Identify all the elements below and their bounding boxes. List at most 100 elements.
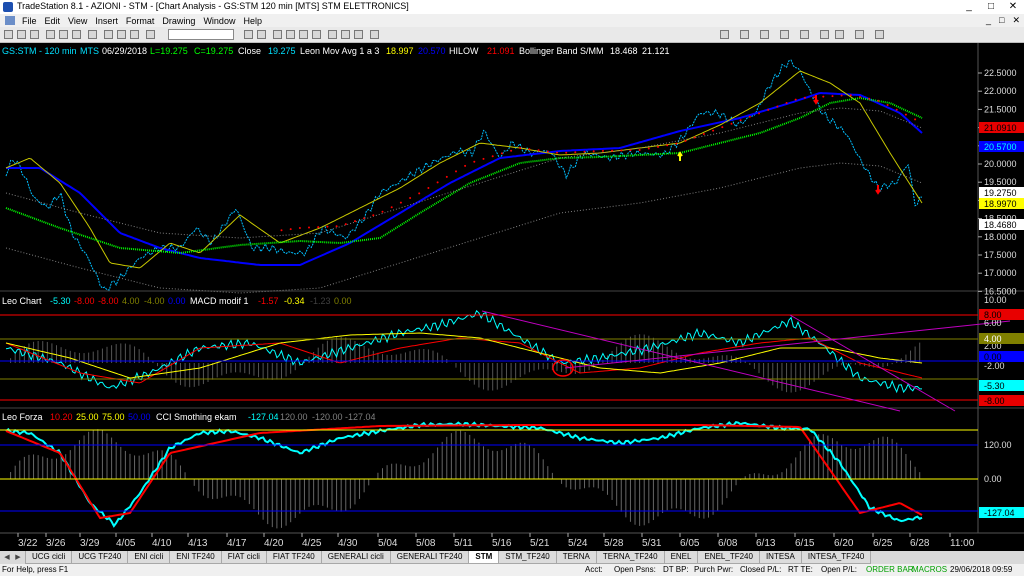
chart-document-icon[interactable]	[5, 16, 15, 25]
scroll-icon[interactable]	[800, 30, 809, 39]
menu-file[interactable]: File	[18, 16, 41, 26]
ellipse-icon[interactable]	[354, 30, 363, 39]
chart-area[interactable]: GS:STM - 120 min MTS 06/29/2018 L=19.275…	[0, 43, 1024, 551]
workspace-tab[interactable]: ENEL	[663, 551, 699, 564]
menu-help[interactable]: Help	[239, 16, 266, 26]
save-icon[interactable]	[30, 30, 39, 39]
leo-chart-v2: -8.00	[74, 296, 95, 306]
arrow-icon[interactable]	[370, 30, 379, 39]
workspace-tab[interactable]: ENI cicli	[127, 551, 171, 564]
bar-icon[interactable]	[740, 30, 749, 39]
workspace-tab[interactable]: FIAT cicli	[220, 551, 267, 564]
hilow-dot	[344, 223, 347, 226]
hilow-dot	[849, 94, 852, 97]
doc-minimize-button[interactable]: _	[982, 15, 995, 26]
menu-drawing[interactable]: Drawing	[158, 16, 199, 26]
workspace-tab[interactable]: UCG cicli	[25, 551, 73, 564]
time-axis-label: 5/04	[378, 538, 398, 549]
tab-last-icon[interactable]: ▶	[14, 553, 22, 562]
workspace-tab[interactable]: UCG TF240	[71, 551, 129, 564]
open-icon[interactable]	[17, 30, 26, 39]
workspace-tab[interactable]: ENEL_TF240	[697, 551, 760, 564]
hilow-dot	[556, 151, 558, 154]
data-window-icon[interactable]	[855, 30, 864, 39]
menu-window[interactable]: Window	[199, 16, 239, 26]
refresh-icon[interactable]	[875, 30, 884, 39]
menu-view[interactable]: View	[64, 16, 91, 26]
text-icon[interactable]	[328, 30, 337, 39]
insert-indicator-icon[interactable]	[117, 30, 126, 39]
candle-icon[interactable]	[760, 30, 769, 39]
new-icon[interactable]	[4, 30, 13, 39]
rectangle-icon[interactable]	[341, 30, 350, 39]
hilow-dot	[840, 94, 843, 97]
close-quote-label: C=19.275	[194, 46, 233, 56]
print-icon[interactable]	[88, 30, 97, 39]
zoom-in-icon[interactable]	[820, 30, 829, 39]
workspace-tab[interactable]: INTESA	[758, 551, 802, 564]
date-label: 06/29/2018	[102, 46, 147, 56]
fib-icon[interactable]	[312, 30, 321, 39]
line-chart-icon[interactable]	[780, 30, 789, 39]
macd-name: MACD modif 1	[190, 296, 249, 306]
menu-insert[interactable]: Insert	[91, 16, 122, 26]
workspace-tab[interactable]: GENERALI cicli	[320, 551, 391, 564]
time-axis-label: 3/26	[46, 538, 66, 549]
hline-icon[interactable]	[286, 30, 295, 39]
hilow-dot	[289, 228, 292, 231]
price-pane-header: GS:STM - 120 min MTS 06/29/2018 L=19.275…	[2, 46, 670, 56]
paste-icon[interactable]	[72, 30, 81, 39]
workspace-tab[interactable]: FIAT TF240	[265, 551, 322, 564]
price-axis-label: 21.5000	[984, 104, 1017, 114]
hilow-dot	[629, 149, 632, 152]
leo-chart-v4: 4.00	[122, 296, 140, 306]
workspace-tab[interactable]: STM	[468, 551, 500, 564]
zoom-out-icon[interactable]	[835, 30, 844, 39]
macros-button[interactable]: MACROS	[912, 565, 947, 574]
strategy-icon[interactable]	[130, 30, 139, 39]
time-axis-label: 4/20	[264, 538, 284, 549]
hilow-dot	[436, 181, 439, 184]
cut-icon[interactable]	[46, 30, 55, 39]
workspace-tab[interactable]: ENI TF240	[169, 551, 222, 564]
minimize-button[interactable]: _	[958, 0, 980, 14]
hilow-dot	[620, 149, 623, 152]
hilow-dot	[491, 155, 494, 158]
workspace-tab[interactable]: STM_TF240	[498, 551, 557, 564]
hilow-dot	[455, 170, 457, 173]
close-button[interactable]: ✕	[1002, 0, 1024, 14]
hilow-dot	[601, 149, 604, 152]
price-tag-label: 19.2750	[984, 188, 1017, 198]
hilow-dot	[399, 201, 402, 204]
menu-edit[interactable]: Edit	[41, 16, 65, 26]
workspace-tab[interactable]: TERNA_TF240	[595, 551, 665, 564]
workspace-tab[interactable]: INTESA_TF240	[800, 551, 872, 564]
time-axis-label: 4/10	[152, 538, 172, 549]
doc-restore-button[interactable]: □	[995, 15, 1008, 26]
open-psns-label: Open Psns:	[614, 565, 656, 574]
hilow-dot	[657, 145, 659, 148]
maximize-button[interactable]: □	[980, 0, 1002, 14]
workspace-tab[interactable]: TERNA	[555, 551, 597, 564]
macd-v1: -1.57	[258, 296, 279, 306]
menu-format[interactable]: Format	[122, 16, 159, 26]
hilow-dot	[546, 150, 549, 153]
macd-v4: 0.00	[334, 296, 352, 306]
doc-close-button[interactable]: ✕	[1008, 15, 1024, 26]
workspace-tab[interactable]: GENERALI TF240	[389, 551, 470, 564]
copy-icon[interactable]	[59, 30, 68, 39]
crosshair-icon[interactable]	[257, 30, 266, 39]
symbol-combo[interactable]	[168, 29, 234, 40]
hilow-dot	[877, 99, 880, 102]
trendline-icon[interactable]	[273, 30, 282, 39]
leo-forza-v4: 50.00	[128, 412, 151, 422]
vline-icon[interactable]	[299, 30, 308, 39]
chart-type-icon[interactable]	[720, 30, 729, 39]
macd-axis-label: 10.00	[984, 295, 1007, 305]
format-icon[interactable]	[104, 30, 113, 39]
zoom-icon[interactable]	[146, 30, 155, 39]
tab-first-icon[interactable]: ◀	[3, 553, 11, 562]
order-bar-button[interactable]: ORDER BAR	[866, 565, 914, 574]
leo-chart-name: Leo Chart	[2, 296, 42, 306]
cursor-icon[interactable]	[244, 30, 253, 39]
